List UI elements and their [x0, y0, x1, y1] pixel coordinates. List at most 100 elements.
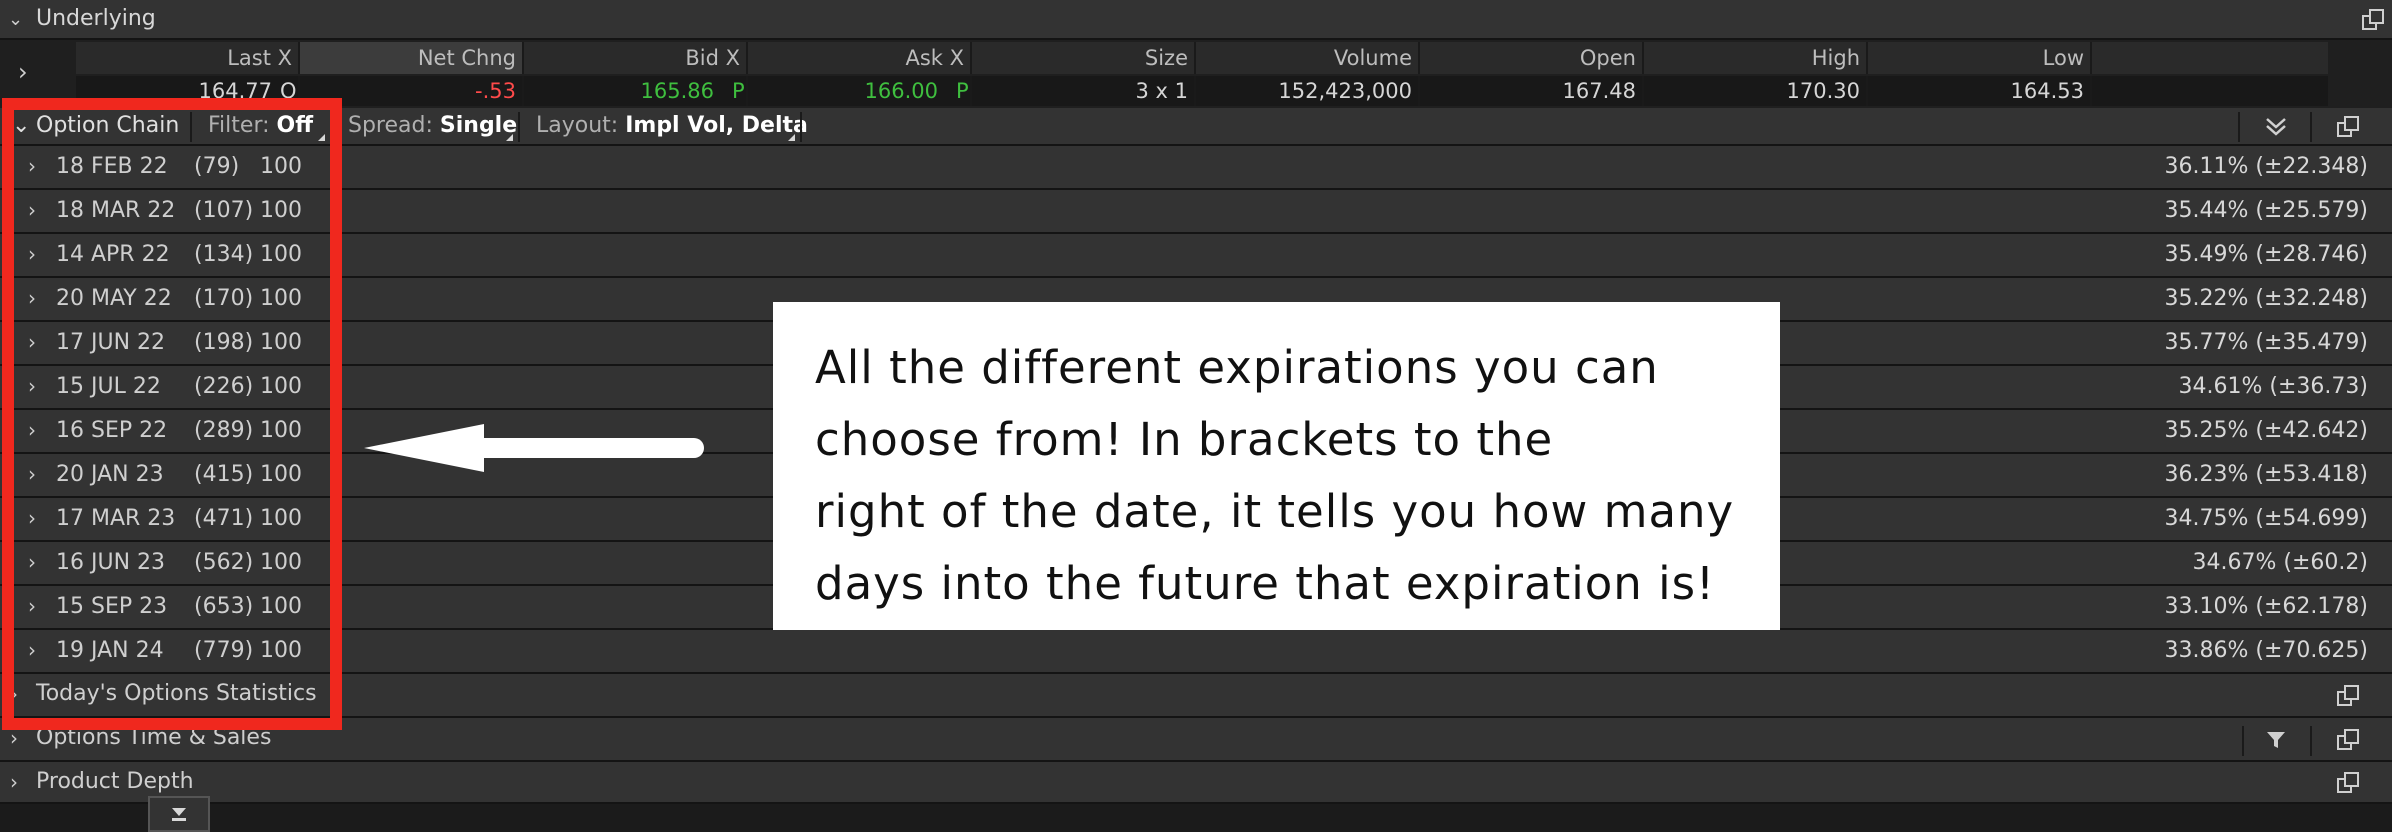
value-low: 164.53 — [1868, 76, 2092, 106]
underlying-quote: › Last X Net Chng Bid X Ask X Size Volum… — [0, 40, 2392, 108]
value-size: 3 x 1 — [972, 76, 1196, 106]
days-to-expiration: (198) — [194, 330, 254, 355]
implied-volatility: 36.23% (±53.418) — [2164, 462, 2368, 487]
implied-volatility: 35.44% (±25.579) — [2164, 198, 2368, 223]
days-to-expiration: (562) — [194, 550, 254, 575]
value-open: 167.48 — [1420, 76, 1644, 106]
expiration-date: 19 JAN 24 — [56, 638, 164, 663]
days-to-expiration: (226) — [194, 374, 254, 399]
chevron-right-icon[interactable]: › — [10, 726, 18, 750]
chevron-down-icon[interactable]: ⌄ — [8, 9, 23, 30]
collapse-all-icon[interactable] — [2258, 114, 2294, 140]
underlying-header[interactable]: ⌄ Underlying — [0, 0, 2392, 40]
spread-label: Spread: — [348, 113, 433, 138]
header-ask[interactable]: Ask X — [748, 42, 972, 74]
filter-value: Off — [276, 113, 314, 138]
days-to-expiration: (170) — [194, 286, 254, 311]
chevron-down-icon[interactable]: ⌄ — [12, 113, 30, 138]
expiration-date: 15 JUL 22 — [56, 374, 161, 399]
implied-volatility: 35.49% (±28.746) — [2164, 242, 2368, 267]
expiration-row[interactable]: › 19 JAN 24 (779) 100 33.86% (±70.625) — [0, 630, 2392, 674]
header-last[interactable]: Last X — [76, 42, 300, 74]
chevron-right-icon[interactable]: › — [28, 154, 36, 178]
chevron-right-icon[interactable]: › — [28, 374, 36, 398]
filter-icon[interactable] — [2258, 726, 2294, 754]
detach-window-icon[interactable] — [2330, 682, 2366, 710]
chevron-right-icon[interactable]: › — [28, 286, 36, 310]
annotation-line: All the different expirations you can — [815, 341, 1659, 394]
value-last: 164.77 — [76, 76, 300, 106]
header-bid[interactable]: Bid X — [524, 42, 748, 74]
annotation-line: choose from! In brackets to the — [815, 413, 1554, 466]
chevron-right-icon[interactable]: › — [28, 594, 36, 618]
header-net-change[interactable]: Net Chng — [300, 42, 524, 74]
product-depth-panel[interactable]: › Product Depth — [0, 762, 2392, 804]
implied-volatility: 34.61% (±36.73) — [2178, 374, 2368, 399]
chevron-right-icon[interactable]: › — [10, 682, 18, 706]
expiration-row[interactable]: › 18 FEB 22 (79) 100 36.11% (±22.348) — [0, 146, 2392, 190]
implied-volatility: 34.67% (±60.2) — [2192, 550, 2368, 575]
underlying-title: Underlying — [36, 6, 156, 31]
filter-dropdown[interactable]: Filter: Off — [208, 113, 313, 138]
contract-multiplier: 100 — [260, 462, 302, 487]
implied-volatility: 35.77% (±35.479) — [2164, 330, 2368, 355]
chevron-right-icon[interactable]: › — [28, 418, 36, 442]
spread-dropdown[interactable]: Spread: Single — [348, 113, 517, 138]
detach-window-icon[interactable] — [2330, 113, 2366, 141]
chevron-right-icon[interactable]: › — [10, 770, 18, 794]
expiration-row[interactable]: › 18 MAR 22 (107) 100 35.44% (±25.579) — [0, 190, 2392, 234]
toolbar-divider — [2238, 112, 2240, 142]
contract-multiplier: 100 — [260, 550, 302, 575]
chevron-right-icon[interactable]: › — [28, 550, 36, 574]
detach-window-icon[interactable] — [2358, 6, 2388, 34]
contract-multiplier: 100 — [260, 594, 302, 619]
expiration-row[interactable]: › 14 APR 22 (134) 100 35.49% (±28.746) — [0, 234, 2392, 278]
contract-multiplier: 100 — [260, 374, 302, 399]
chevron-right-icon[interactable]: › — [28, 506, 36, 530]
scroll-to-bottom-icon[interactable] — [148, 796, 210, 832]
days-to-expiration: (415) — [194, 462, 254, 487]
toolbar-divider — [518, 112, 520, 142]
chevron-right-icon[interactable]: › — [28, 462, 36, 486]
annotation-line: days into the future that expiration is! — [815, 557, 1716, 610]
value-last-exchange: Q — [280, 79, 297, 103]
quote-value-row: 164.77 Q -.53 165.86 P 166.00 P 3 x 1 15… — [76, 76, 2328, 106]
expiration-date: 16 JUN 23 — [56, 550, 166, 575]
contract-multiplier: 100 — [260, 330, 302, 355]
header-open[interactable]: Open — [1420, 42, 1644, 74]
expiration-date: 20 MAY 22 — [56, 286, 172, 311]
toolbar-divider — [190, 112, 192, 142]
header-high[interactable]: High — [1644, 42, 1868, 74]
layout-label: Layout: — [536, 113, 619, 138]
header-low[interactable]: Low — [1868, 42, 2092, 74]
options-statistics-panel[interactable]: › Today's Options Statistics — [0, 674, 2392, 718]
layout-dropdown[interactable]: Layout: Impl Vol, Delta — [536, 113, 808, 138]
chevron-right-icon[interactable]: › — [18, 58, 28, 86]
chevron-right-icon[interactable]: › — [28, 638, 36, 662]
option-chain-title[interactable]: Option Chain — [36, 113, 179, 138]
days-to-expiration: (79) — [194, 154, 240, 179]
contract-multiplier: 100 — [260, 286, 302, 311]
expiration-date: 16 SEP 22 — [56, 418, 168, 443]
value-ask: 166.00 — [748, 76, 972, 106]
toolbar-divider — [800, 112, 802, 142]
chevron-right-icon[interactable]: › — [28, 242, 36, 266]
dropdown-corner-icon — [788, 134, 795, 141]
contract-multiplier: 100 — [260, 638, 302, 663]
expiration-date: 15 SEP 23 — [56, 594, 168, 619]
chevron-right-icon[interactable]: › — [28, 330, 36, 354]
header-volume[interactable]: Volume — [1196, 42, 1420, 74]
annotation-arrow-icon — [364, 424, 704, 472]
header-size[interactable]: Size — [972, 42, 1196, 74]
detach-window-icon[interactable] — [2330, 769, 2366, 797]
options-time-sales-panel[interactable]: › Options Time & Sales — [0, 718, 2392, 762]
chevron-right-icon[interactable]: › — [28, 198, 36, 222]
detach-window-icon[interactable] — [2330, 726, 2366, 754]
option-chain-toolbar: ⌄ Option Chain Filter: Off Spread: Singl… — [0, 108, 2392, 146]
implied-volatility: 35.25% (±42.642) — [2164, 418, 2368, 443]
days-to-expiration: (471) — [194, 506, 254, 531]
quote-header-row: Last X Net Chng Bid X Ask X Size Volume … — [76, 42, 2328, 74]
dropdown-corner-icon — [506, 134, 513, 141]
value-high: 170.30 — [1644, 76, 1868, 106]
implied-volatility: 33.86% (±70.625) — [2164, 638, 2368, 663]
